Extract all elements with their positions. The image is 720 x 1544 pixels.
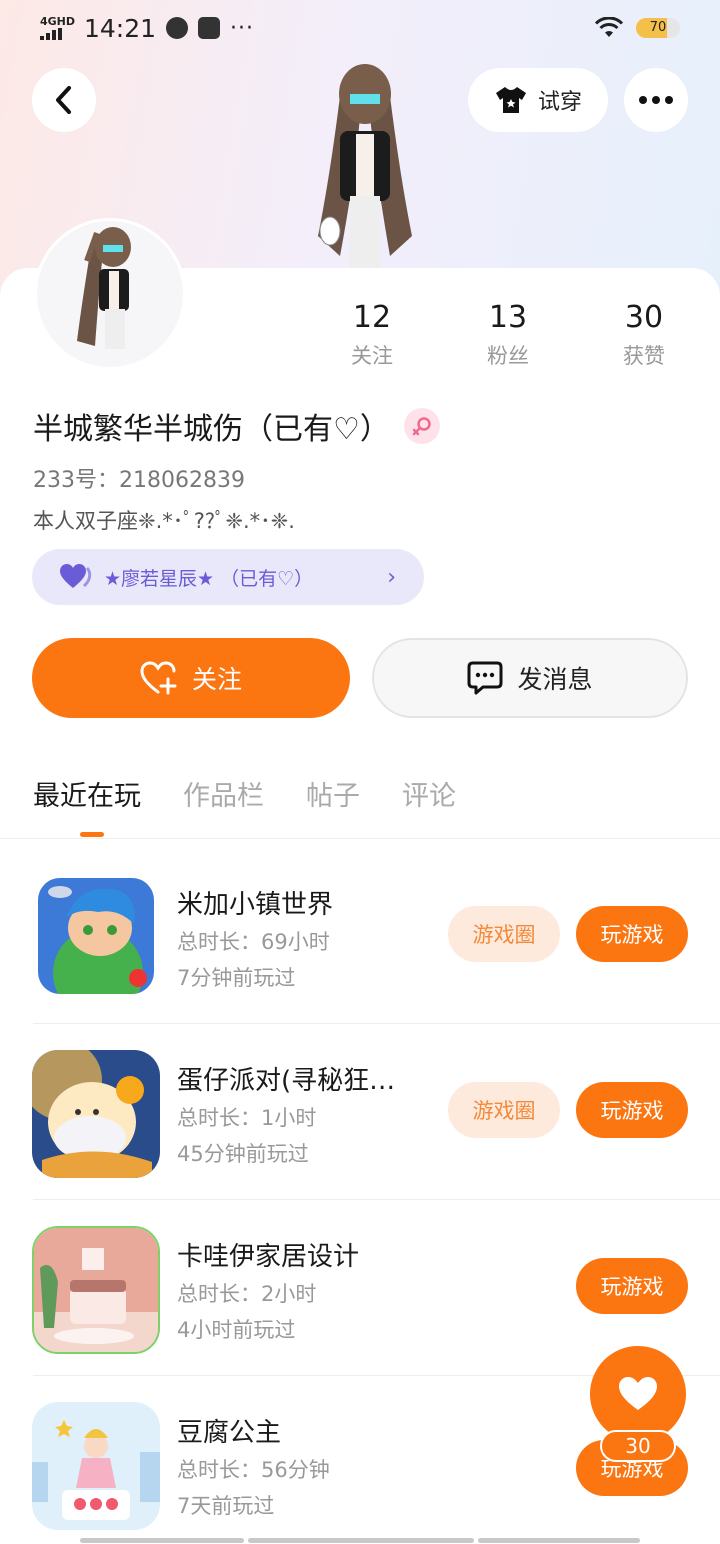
group-badge[interactable]: ★廖若星辰★ （已有♡） › — [32, 549, 424, 605]
gesture-bar — [478, 1538, 640, 1543]
list-item[interactable]: 米加小镇世界 总时长：69小时 7分钟前玩过 游戏圈 玩游戏 — [0, 848, 720, 1024]
list-item[interactable]: 卡哇伊家居设计 总时长：2小时 4小时前玩过 玩游戏 — [0, 1200, 720, 1376]
game-last-played: 7天前玩过 — [177, 1494, 275, 1518]
group-badge-label: ★廖若星辰★ （已有♡） — [104, 567, 314, 590]
tshirt-icon — [495, 87, 526, 113]
user-bio: 本人双子座❈.*･ﾟ??ﾟ❈.*･❈. — [33, 509, 295, 533]
dressed-character-figure — [300, 56, 430, 268]
app-notification-icon-2 — [198, 17, 221, 39]
tab-comments[interactable]: 评论 — [402, 774, 456, 813]
stat-likes-label: 获赞 — [623, 344, 665, 368]
game-duration: 总时长：56分钟 — [177, 1458, 330, 1482]
game-circle-button[interactable]: 游戏圈 — [448, 1082, 560, 1138]
stat-followers[interactable]: 13 粉丝 — [458, 300, 558, 370]
game-last-played: 4小时前玩过 — [177, 1318, 296, 1342]
game-icon-eggy-party — [32, 1050, 160, 1178]
status-time: 14:21 — [84, 13, 157, 43]
game-name: 米加小镇世界 — [177, 890, 334, 920]
try-on-label: 试穿 — [537, 90, 582, 115]
try-on-button[interactable]: 试穿 — [468, 68, 608, 132]
like-count-badge: 30 — [600, 1430, 676, 1462]
more-notifications-icon: ··· — [230, 15, 255, 41]
game-icon-miga-town — [38, 878, 154, 994]
play-game-button[interactable]: 玩游戏 — [576, 906, 688, 962]
game-name: 蛋仔派对(寻秘狂… — [177, 1066, 396, 1096]
more-dots-icon — [639, 96, 673, 104]
signal-icon: 4GHD — [40, 15, 76, 40]
stat-following[interactable]: 12 关注 — [322, 300, 422, 370]
gesture-bar — [248, 1538, 474, 1543]
chevron-right-icon: › — [387, 564, 396, 590]
game-last-played: 7分钟前玩过 — [177, 966, 296, 990]
game-name: 豆腐公主 — [177, 1418, 282, 1448]
follow-button[interactable]: 关注 — [32, 638, 350, 718]
tab-recently-played[interactable]: 最近在玩 — [33, 774, 141, 813]
name-row: 半城繁华半城伤（已有♡） — [33, 404, 440, 448]
game-icon-kawaii-home — [32, 1226, 160, 1354]
more-options-button[interactable] — [624, 68, 688, 132]
avatar[interactable] — [34, 218, 186, 370]
back-button[interactable] — [32, 68, 96, 132]
profile-tabs: 最近在玩 作品栏 帖子 评论 — [33, 774, 456, 813]
stat-following-label: 关注 — [351, 344, 393, 368]
game-name: 卡哇伊家居设计 — [177, 1242, 360, 1272]
wifi-icon — [594, 17, 624, 37]
stat-followers-label: 粉丝 — [487, 344, 529, 368]
play-game-button[interactable]: 玩游戏 — [576, 1258, 688, 1314]
user-name: 半城繁华半城伤（已有♡） — [33, 412, 390, 447]
battery-indicator: 70 — [636, 18, 680, 38]
game-duration: 总时长：69小时 — [177, 930, 330, 954]
tab-posts[interactable]: 帖子 — [306, 774, 360, 813]
stat-followers-value: 13 — [488, 300, 528, 335]
heart-icon — [619, 1377, 657, 1410]
back-arrow-icon — [56, 86, 71, 114]
active-tab-indicator — [80, 832, 104, 837]
like-button[interactable] — [590, 1346, 686, 1442]
stat-likes-value: 30 — [624, 300, 664, 335]
status-bar: 4GHD 14:21 ··· 70 — [0, 0, 720, 56]
chat-bubble-icon — [467, 661, 503, 695]
send-message-label: 发消息 — [517, 665, 593, 694]
follow-label: 关注 — [191, 665, 242, 694]
play-game-button[interactable]: 玩游戏 — [576, 1082, 688, 1138]
purple-heart-icon — [60, 564, 92, 588]
user-id: 233号：218062839 — [33, 468, 245, 493]
game-circle-button[interactable]: 游戏圈 — [448, 906, 560, 962]
app-notification-icon — [166, 17, 189, 39]
list-item[interactable]: 蛋仔派对(寻秘狂… 总时长：1小时 45分钟前玩过 游戏圈 玩游戏 — [0, 1024, 720, 1200]
heart-plus-icon — [140, 661, 177, 695]
stat-following-value: 12 — [352, 300, 392, 335]
tabs-divider — [0, 838, 720, 839]
gesture-bar — [80, 1538, 244, 1543]
network-type: 4GHD — [40, 15, 76, 28]
game-duration: 总时长：1小时 — [177, 1106, 317, 1130]
stat-likes[interactable]: 30 获赞 — [594, 300, 694, 370]
female-gender-icon — [403, 408, 440, 444]
game-duration: 总时长：2小时 — [177, 1282, 317, 1306]
game-last-played: 45分钟前玩过 — [177, 1142, 309, 1166]
send-message-button[interactable]: 发消息 — [372, 638, 688, 718]
game-icon-tofu-princess — [32, 1402, 160, 1530]
tab-works[interactable]: 作品栏 — [183, 774, 264, 813]
battery-level: 70 — [649, 20, 667, 35]
